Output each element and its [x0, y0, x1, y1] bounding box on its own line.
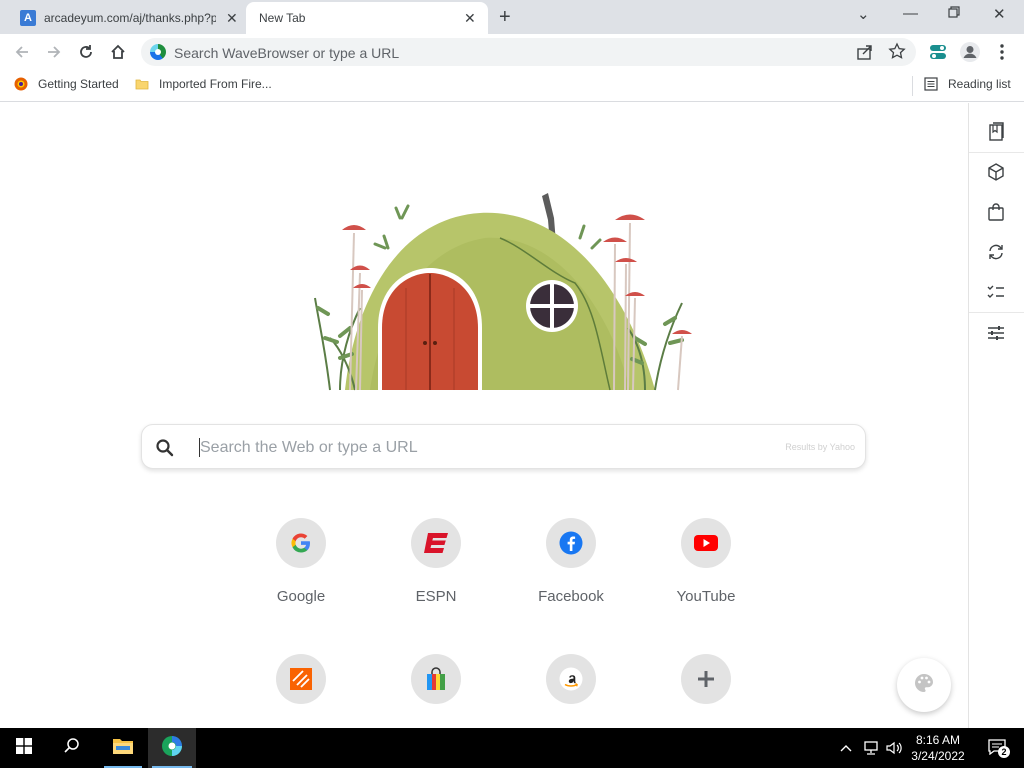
address-placeholder: Search WaveBrowser or type a URL	[174, 45, 400, 61]
shortcut-espn[interactable]: ESPN	[381, 518, 491, 618]
shortcut-youtube[interactable]: YouTube	[651, 518, 761, 618]
back-icon[interactable]	[10, 40, 34, 64]
home-icon[interactable]	[106, 40, 130, 64]
shopping-bag-icon	[411, 654, 461, 704]
taskbar-search-button[interactable]	[48, 728, 96, 768]
side-panel	[968, 103, 1024, 728]
address-bar[interactable]: Search WaveBrowser or type a URL	[141, 38, 916, 66]
customize-theme-button[interactable]	[897, 658, 951, 712]
shortcut-label: Facebook	[538, 588, 604, 605]
tab-title: arcadeyum.com/aj/thanks.php?p	[44, 11, 216, 25]
palette-icon	[913, 672, 935, 699]
network-icon[interactable]	[860, 728, 882, 768]
taskbar-clock[interactable]: 8:16 AM 3/24/2022	[906, 732, 970, 764]
clock-date: 3/24/2022	[911, 749, 965, 763]
wavebrowser-logo-icon	[150, 44, 166, 60]
tab-title: New Tab	[259, 11, 306, 25]
star-icon[interactable]	[888, 42, 906, 65]
extension-toggle-icon[interactable]	[926, 40, 950, 64]
tab-search-chevron-icon[interactable]: ⌄	[857, 5, 870, 23]
bookmarks-divider	[912, 76, 913, 96]
reload-icon[interactable]	[74, 40, 98, 64]
search-provider-note: Results by Yahoo	[785, 442, 855, 452]
folder-icon	[135, 77, 149, 91]
shortcut-google[interactable]: Google	[246, 518, 356, 618]
windows-taskbar: 8:16 AM 3/24/2022 2	[0, 728, 1024, 768]
clock-time: 8:16 AM	[915, 733, 961, 747]
tab-arcadeyum[interactable]: A arcadeyum.com/aj/thanks.php?p ✕	[0, 2, 246, 34]
close-window-icon[interactable]: ✕	[993, 5, 1006, 23]
profile-icon[interactable]	[958, 40, 982, 64]
action-center-button[interactable]: 2	[978, 728, 1018, 768]
firefox-icon	[14, 77, 28, 91]
taskbar-wavebrowser[interactable]	[148, 728, 196, 768]
reading-list-button[interactable]: Reading list	[924, 77, 1011, 91]
show-hidden-icons-chevron-icon[interactable]	[836, 728, 856, 768]
side-divider	[969, 312, 1024, 313]
new-tab-page: Search the Web or type a URL Results by …	[0, 103, 968, 728]
youtube-icon	[681, 518, 731, 568]
side-divider	[969, 152, 1024, 153]
facebook-icon	[546, 518, 596, 568]
search-icon	[155, 438, 175, 463]
taskbar-file-explorer[interactable]	[100, 728, 146, 768]
sliders-icon[interactable]	[985, 322, 1007, 344]
hobbit-house-illustration	[314, 193, 692, 391]
close-tab-icon[interactable]: ✕	[464, 10, 476, 27]
bookmark-icon[interactable]	[985, 121, 1007, 143]
windows-logo-icon	[16, 737, 32, 759]
site-favicon: A	[20, 10, 36, 26]
wavebrowser-icon	[161, 735, 183, 762]
home-depot-icon	[276, 654, 326, 704]
tab-new-tab[interactable]: New Tab ✕	[246, 2, 488, 34]
espn-icon	[411, 518, 461, 568]
refresh-icon[interactable]	[985, 241, 1007, 263]
bookmark-label: Getting Started	[38, 77, 119, 91]
checklist-icon[interactable]	[985, 281, 1007, 303]
minimize-icon[interactable]: —	[903, 5, 918, 22]
amazon-icon	[546, 654, 596, 704]
notification-count-badge: 2	[998, 746, 1010, 758]
shortcut-label: YouTube	[676, 588, 736, 605]
restore-icon[interactable]	[948, 5, 960, 22]
volume-icon[interactable]	[884, 728, 906, 768]
search-placeholder: Search the Web or type a URL	[200, 439, 418, 456]
shortcut-label: ESPN	[415, 588, 457, 605]
shortcut-label: Google	[276, 588, 326, 605]
reading-list-icon	[924, 77, 938, 91]
menu-kebab-icon[interactable]	[990, 40, 1014, 64]
web-search-box[interactable]: Search the Web or type a URL Results by …	[141, 424, 866, 469]
forward-icon[interactable]	[42, 40, 66, 64]
search-icon	[63, 737, 81, 760]
bookmark-imported-folder[interactable]: Imported From Fire...	[135, 77, 272, 91]
reading-list-label: Reading list	[948, 77, 1011, 91]
toolbar: Search WaveBrowser or type a URL	[0, 34, 1024, 70]
bookmarks-bar: Getting Started Imported From Fire... Re…	[0, 70, 1024, 102]
shopping-bag-icon[interactable]	[985, 201, 1007, 223]
google-icon	[276, 518, 326, 568]
tab-strip: A arcadeyum.com/aj/thanks.php?p ✕ New Ta…	[0, 0, 1024, 34]
add-shortcut-icon	[681, 654, 731, 704]
bookmark-label: Imported From Fire...	[159, 77, 272, 91]
file-explorer-icon	[112, 737, 134, 760]
notification-icon: 2	[988, 739, 1010, 758]
shortcut-facebook[interactable]: Facebook	[516, 518, 626, 618]
box-icon[interactable]	[985, 161, 1007, 183]
bookmark-getting-started[interactable]: Getting Started	[14, 77, 119, 91]
close-tab-icon[interactable]: ✕	[226, 10, 238, 27]
start-button[interactable]	[0, 728, 48, 768]
share-icon[interactable]	[856, 43, 874, 66]
new-tab-icon[interactable]: +	[499, 6, 511, 29]
